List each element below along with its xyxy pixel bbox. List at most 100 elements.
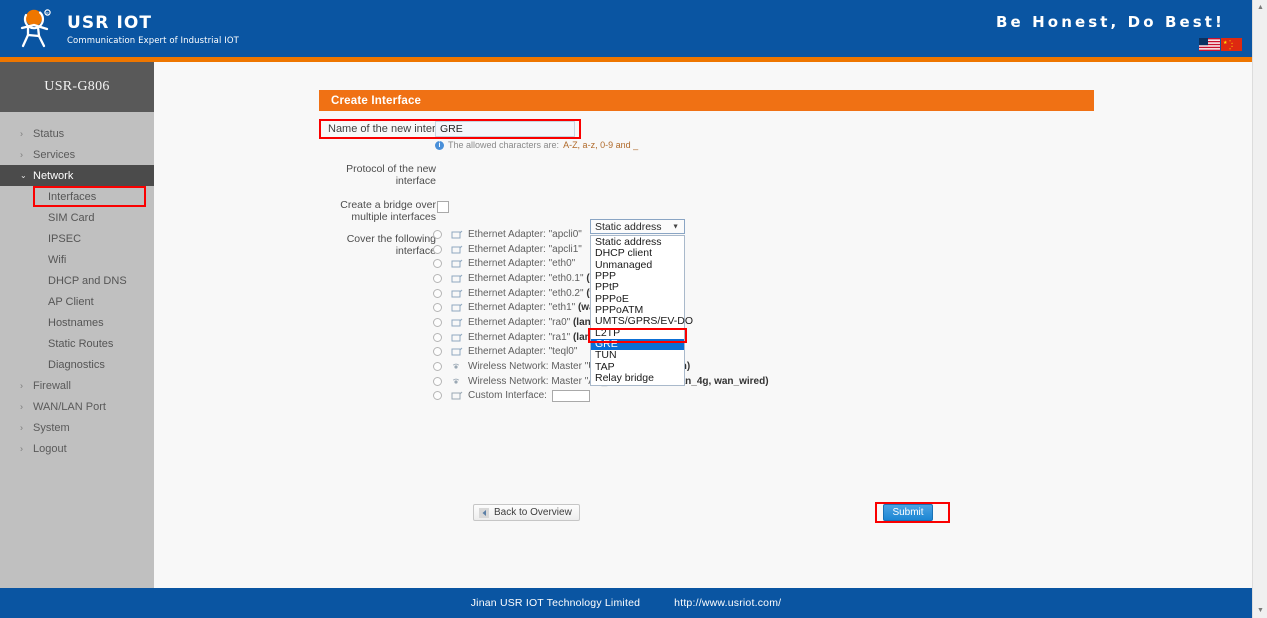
site-header: R USR IOT Communication Expert of Indust…	[0, 0, 1252, 57]
interface-name: "apcli1"	[548, 243, 582, 255]
radio-button[interactable]	[433, 376, 442, 386]
sidebar-item-firewall[interactable]: › Firewall	[0, 375, 154, 396]
radio-button[interactable]	[433, 362, 442, 372]
radio-button[interactable]	[433, 259, 442, 269]
protocol-select-value: Static address	[595, 220, 662, 233]
svg-text:★: ★	[1231, 45, 1233, 48]
sidebar-item-label: SIM Card	[48, 211, 95, 224]
sidebar-item-dhcp-and-dns[interactable]: DHCP and DNS	[0, 270, 154, 291]
interface-option-row[interactable]: Ethernet Adapter: "apcli0"	[433, 227, 953, 242]
sidebar-item-label: System	[33, 421, 70, 434]
chevron-down-icon: ▼	[672, 223, 679, 230]
radio-button[interactable]	[433, 347, 442, 357]
sidebar-item-interfaces[interactable]: Interfaces	[33, 186, 146, 207]
interface-option-row[interactable]: Ethernet Adapter: "teql0"	[433, 345, 953, 360]
svg-text:★: ★	[1223, 40, 1228, 46]
sidebar-item-label: WAN/LAN Port	[33, 400, 106, 413]
interface-name: "ra1"	[548, 331, 571, 343]
ethernet-adapter-icon	[451, 289, 463, 298]
sidebar-item-logout[interactable]: › Logout	[0, 438, 154, 459]
protocol-select[interactable]: Static address ▼	[590, 219, 685, 234]
sidebar-item-ap-client[interactable]: AP Client	[0, 291, 154, 312]
brand-title: USR IOT	[67, 12, 153, 33]
footer-company: Jinan USR IOT Technology Limited	[470, 597, 641, 609]
interface-name-input[interactable]	[435, 121, 575, 137]
svg-text:★: ★	[1229, 47, 1231, 50]
interface-name: "eth0"	[548, 258, 576, 270]
sidebar-item-wan-lan-port[interactable]: › WAN/LAN Port	[0, 396, 154, 417]
back-arrow-icon	[479, 507, 489, 518]
interface-prefix: Ethernet Adapter:	[468, 331, 546, 343]
protocol-select-options[interactable]: Static address DHCP client Unmanaged PPP…	[590, 235, 693, 387]
ethernet-adapter-icon	[451, 245, 463, 254]
protocol-option[interactable]: Relay bridge	[591, 372, 684, 384]
ethernet-adapter-icon	[451, 259, 463, 268]
radio-button[interactable]	[433, 273, 442, 283]
submit-button[interactable]: Submit	[883, 504, 933, 521]
flag-china-icon[interactable]: ★ ★ ★ ★ ★	[1221, 38, 1242, 51]
sidebar-item-label: Firewall	[33, 379, 71, 392]
interface-prefix: Ethernet Adapter:	[468, 316, 546, 328]
interface-option-row[interactable]: Ethernet Adapter: "eth0.1" (lan)	[433, 271, 953, 286]
main-content: Create Interface Name of the new interfa…	[154, 62, 1252, 588]
sidebar-item-sim-card[interactable]: SIM Card	[0, 207, 154, 228]
chevron-right-icon: ›	[20, 422, 23, 432]
flag-us-icon[interactable]	[1199, 38, 1220, 51]
sidebar-item-status[interactable]: › Status	[0, 123, 154, 144]
interface-prefix: Ethernet Adapter:	[468, 243, 546, 255]
sidebar-nav: › Status › Services ⌄ Network Interfaces…	[0, 112, 154, 459]
sidebar-item-diagnostics[interactable]: Diagnostics	[0, 354, 154, 375]
interface-option-row[interactable]: Ethernet Adapter: "eth1" (wan_4g)	[433, 300, 953, 315]
radio-button[interactable]	[433, 303, 442, 313]
sidebar: USR-G806 › Status › Services ⌄ Network I…	[0, 62, 154, 588]
sidebar-item-system[interactable]: › System	[0, 417, 154, 438]
page-scrollbar[interactable]: ▲ ▼	[1252, 0, 1267, 618]
ethernet-adapter-icon	[451, 303, 463, 312]
interface-option-row[interactable]: Ethernet Adapter: "eth0"	[433, 256, 953, 271]
sidebar-item-static-routes[interactable]: Static Routes	[0, 333, 154, 354]
interface-option-row[interactable]: Wireless Network: Master "AP_Another" (l…	[433, 374, 953, 389]
sidebar-item-label: IPSEC	[48, 232, 82, 245]
sidebar-item-hostnames[interactable]: Hostnames	[0, 312, 154, 333]
interface-name: "teql0"	[548, 346, 578, 358]
chevron-right-icon: ›	[20, 380, 23, 390]
bridge-checkbox[interactable]	[437, 201, 449, 213]
sidebar-item-label: AP Client	[48, 295, 94, 308]
radio-button[interactable]	[433, 317, 442, 327]
custom-interface-input[interactable]	[551, 389, 590, 402]
interface-option-row[interactable]: Ethernet Adapter: "ra1" (lan)	[433, 330, 953, 345]
interface-option-row[interactable]: Wireless Network: Master "USR-G806-2562"…	[433, 359, 953, 374]
sidebar-item-label: Hostnames	[48, 316, 104, 329]
interface-option-row[interactable]: Ethernet Adapter: "eth0.2" (wan_wired)	[433, 286, 953, 301]
sidebar-item-network[interactable]: ⌄ Network	[0, 165, 154, 186]
interface-name: "eth1"	[548, 302, 576, 314]
footer-url[interactable]: http://www.usriot.com/	[674, 597, 781, 609]
language-flags[interactable]: ★ ★ ★ ★ ★	[1199, 38, 1242, 51]
sidebar-item-ipsec[interactable]: IPSEC	[0, 228, 154, 249]
scroll-down-arrow-icon[interactable]: ▼	[1253, 603, 1267, 618]
panel-title-create-interface: Create Interface	[319, 90, 1094, 111]
radio-button[interactable]	[433, 391, 442, 401]
radio-button[interactable]	[433, 229, 442, 239]
interface-prefix: Ethernet Adapter:	[468, 287, 546, 299]
radio-button[interactable]	[433, 288, 442, 298]
protocol-option[interactable]: DHCP client	[591, 247, 684, 259]
ethernet-adapter-icon	[451, 274, 463, 283]
interface-option-row-custom[interactable]: Custom Interface:	[433, 389, 953, 404]
sidebar-item-services[interactable]: › Services	[0, 144, 154, 165]
radio-button[interactable]	[433, 244, 442, 254]
wireless-network-icon	[452, 378, 460, 384]
hint-text: The allowed characters are:	[448, 140, 560, 150]
interface-option-row[interactable]: Ethernet Adapter: "apcli1"	[433, 242, 953, 257]
radio-button[interactable]	[433, 332, 442, 342]
interface-prefix: Ethernet Adapter:	[468, 228, 546, 240]
ethernet-adapter-icon	[451, 347, 463, 356]
sidebar-item-label: Services	[33, 148, 76, 161]
scroll-up-arrow-icon[interactable]: ▲	[1253, 0, 1267, 15]
interface-name-hint: i The allowed characters are: A-Z, a-z, …	[435, 140, 638, 150]
custom-interface-icon	[451, 392, 463, 400]
brand-logo[interactable]: R USR IOT Communication Expert of Indust…	[14, 8, 239, 50]
interface-option-row[interactable]: Ethernet Adapter: "ra0" (lan)	[433, 315, 953, 330]
sidebar-item-wifi[interactable]: Wifi	[0, 249, 154, 270]
back-to-overview-button[interactable]: Back to Overview	[473, 504, 580, 521]
